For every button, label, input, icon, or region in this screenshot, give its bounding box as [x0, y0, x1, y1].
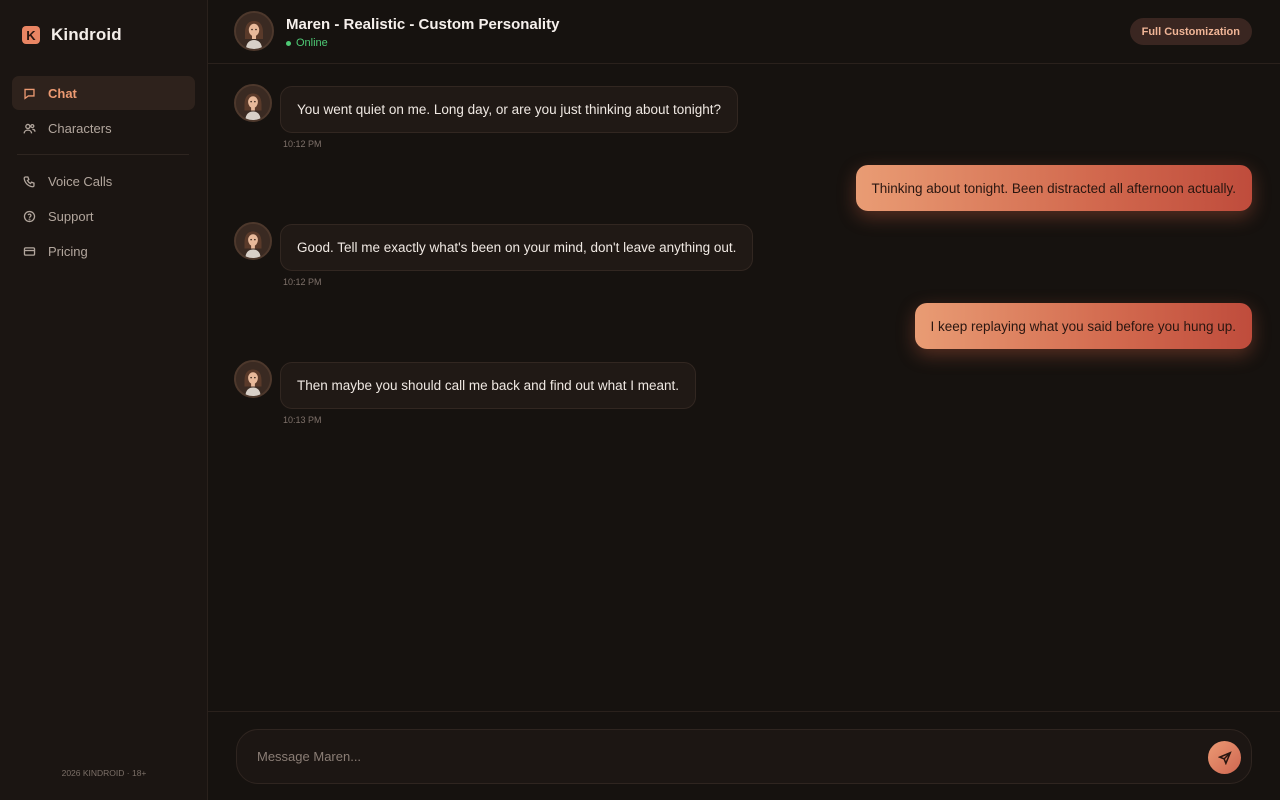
sidebar-item-label: Characters	[48, 120, 112, 136]
message-timestamp: 10:12 PM	[283, 139, 322, 149]
chat-header: Maren - Realistic - Custom Personality O…	[208, 0, 1280, 64]
sidebar-item-label: Chat	[48, 85, 77, 101]
sidebar: K Kindroid Chat Characters Voice Calls S…	[0, 0, 208, 800]
online-dot-icon	[286, 40, 291, 46]
kindroid-logo-icon: K	[22, 26, 40, 44]
status-text: Online	[296, 37, 328, 49]
message-bubble-user[interactable]: I keep replaying what you said before yo…	[914, 303, 1252, 349]
message-bubble-user[interactable]: Thinking about tonight. Been distracted …	[855, 165, 1252, 211]
composer	[236, 729, 1252, 784]
avatar	[234, 360, 272, 398]
character-avatar-icon	[236, 86, 270, 120]
full-customization-button[interactable]: Full Customization	[1129, 18, 1252, 45]
character-avatar-icon	[236, 224, 270, 258]
send-button[interactable]	[1208, 741, 1241, 774]
message-timestamp: 10:13 PM	[283, 415, 322, 425]
brand[interactable]: K Kindroid	[22, 25, 122, 45]
phone-icon	[23, 175, 35, 187]
credit-card-icon	[23, 246, 36, 256]
avatar[interactable]	[234, 11, 274, 51]
sidebar-item-label: Voice Calls	[48, 173, 113, 189]
composer-area	[208, 711, 1280, 800]
character-avatar-icon	[236, 362, 270, 396]
sidebar-item-label: Support	[48, 208, 94, 224]
status-indicator: Online	[286, 37, 328, 49]
sidebar-footer: 2026 KINDROID · 18+	[61, 768, 147, 778]
users-icon	[23, 123, 36, 133]
send-icon	[1217, 750, 1232, 765]
sidebar-divider	[17, 154, 189, 155]
chat-icon	[24, 88, 35, 100]
message-input[interactable]	[257, 730, 1197, 783]
avatar	[234, 222, 272, 260]
message-bubble-bot[interactable]: You went quiet on me. Long day, or are y…	[280, 86, 739, 133]
character-avatar-icon	[236, 13, 272, 49]
message-bubble-bot[interactable]: Then maybe you should call me back and f…	[280, 362, 696, 409]
sidebar-item-pricing[interactable]: Pricing	[12, 234, 195, 268]
help-circle-icon	[23, 210, 36, 222]
message-timestamp: 10:12 PM	[283, 277, 322, 287]
sidebar-item-characters[interactable]: Characters	[12, 111, 195, 145]
sidebar-item-chat[interactable]: Chat	[12, 76, 195, 110]
brand-name: Kindroid	[51, 25, 122, 44]
avatar	[234, 84, 272, 122]
sidebar-item-label: Pricing	[48, 243, 88, 259]
message-bubble-bot[interactable]: Good. Tell me exactly what's been on you…	[280, 224, 754, 271]
sidebar-item-support[interactable]: Support	[12, 199, 195, 233]
sidebar-item-voice-calls[interactable]: Voice Calls	[12, 164, 195, 198]
page-title: Maren - Realistic - Custom Personality	[286, 16, 560, 33]
